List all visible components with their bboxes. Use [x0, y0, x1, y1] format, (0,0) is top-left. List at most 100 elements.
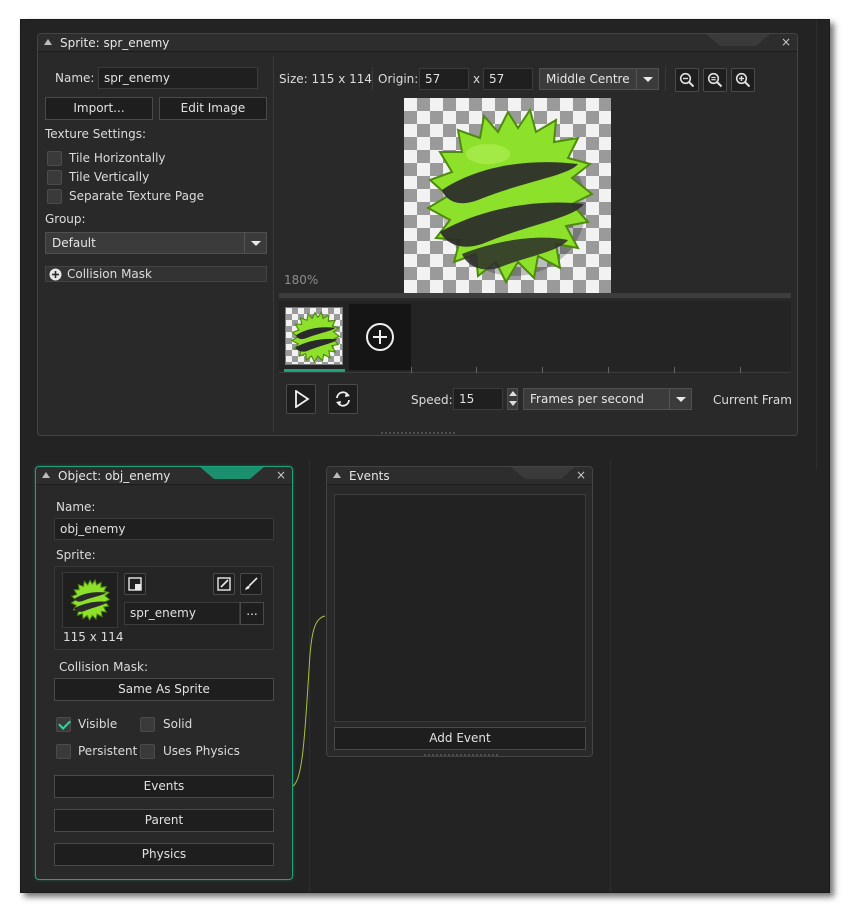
loop-button[interactable] — [328, 384, 358, 414]
events-window: Events × Add Event — [326, 466, 593, 757]
close-icon[interactable]: × — [576, 468, 586, 482]
persistent-label: Persistent — [78, 744, 138, 758]
titlebar-notch — [200, 467, 264, 479]
separate-texture-page-checkbox[interactable] — [47, 189, 62, 204]
new-sprite-button[interactable] — [124, 573, 146, 595]
spinner-down-icon[interactable] — [509, 401, 517, 406]
zoom-in-icon — [735, 72, 751, 88]
tile-horizontally-label: Tile Horizontally — [69, 151, 166, 165]
timeline-tick — [608, 367, 609, 373]
group-dropdown-value: Default — [52, 236, 96, 250]
spinner-up-icon[interactable] — [509, 391, 517, 396]
collision-mask-section[interactable]: Collision Mask — [45, 266, 267, 282]
speed-input[interactable]: 15 — [453, 388, 503, 410]
zoom-in-button[interactable] — [731, 68, 755, 92]
speed-unit-value: Frames per second — [530, 392, 644, 406]
name-label: Name: — [55, 71, 95, 85]
physics-button[interactable]: Physics — [54, 843, 274, 866]
zoom-reset-button[interactable] — [703, 68, 727, 92]
uses-physics-label: Uses Physics — [163, 744, 240, 758]
panel-divider — [273, 56, 274, 432]
events-window-titlebar[interactable]: Events × — [327, 467, 592, 485]
solid-label: Solid — [163, 717, 193, 731]
timeline-tick — [476, 367, 477, 373]
chevron-down-icon — [669, 389, 691, 409]
solid-checkbox[interactable] — [140, 717, 155, 732]
resize-grip[interactable] — [423, 753, 499, 757]
timeline-tick — [411, 367, 412, 373]
workspace-divider — [816, 20, 817, 470]
tile-vertically-label: Tile Vertically — [69, 170, 150, 184]
timeline-tick — [542, 367, 543, 373]
collapse-icon[interactable] — [333, 472, 341, 478]
object-window-title: Object: obj_enemy — [58, 469, 171, 483]
uses-physics-checkbox[interactable] — [140, 744, 155, 759]
tile-horizontally-checkbox[interactable] — [47, 151, 62, 166]
loop-icon — [336, 391, 350, 407]
edit-icon — [217, 577, 231, 591]
resize-grip[interactable] — [380, 431, 456, 435]
canvas-scrollbar[interactable] — [279, 293, 791, 298]
object-window-titlebar[interactable]: Object: obj_enemy × — [36, 467, 292, 485]
speed-unit-dropdown[interactable]: Frames per second — [523, 388, 692, 410]
texture-settings-label: Texture Settings: — [45, 127, 147, 141]
paint-sprite-button[interactable] — [240, 573, 262, 595]
current-frame-label: Current Frame — [713, 393, 791, 407]
zoom-reset-icon — [707, 72, 723, 88]
sprite-window-titlebar[interactable]: Sprite: spr_enemy × — [38, 34, 797, 52]
close-icon[interactable]: × — [276, 468, 286, 482]
sprite-window: Sprite: spr_enemy × Name: spr_enemy Impo… — [37, 33, 798, 436]
toolbar-separator — [372, 67, 373, 91]
speed-spinner[interactable] — [507, 388, 518, 410]
group-dropdown[interactable]: Default — [45, 232, 267, 254]
sprite-preview[interactable] — [62, 572, 118, 628]
edit-sprite-button[interactable] — [213, 573, 235, 595]
titlebar-notch — [706, 34, 770, 46]
timeline-tick — [740, 367, 741, 373]
sprite-canvas[interactable] — [404, 98, 611, 293]
sprite-window-title: Sprite: spr_enemy — [60, 36, 170, 50]
close-icon[interactable]: × — [781, 35, 791, 49]
add-frame-button[interactable] — [349, 304, 411, 370]
add-event-button[interactable]: Add Event — [334, 727, 586, 750]
tile-vertically-checkbox[interactable] — [47, 170, 62, 185]
sprite-name-input[interactable]: spr_enemy — [98, 67, 258, 89]
import-button[interactable]: Import... — [45, 97, 153, 120]
origin-y-input[interactable]: 57 — [483, 68, 533, 90]
collision-mask-button[interactable]: Same As Sprite — [54, 678, 274, 701]
edit-image-button[interactable]: Edit Image — [159, 97, 267, 120]
origin-preset-dropdown[interactable]: Middle Centre — [539, 68, 659, 90]
chevron-down-icon — [636, 69, 658, 89]
object-name-input[interactable]: obj_enemy — [54, 518, 274, 540]
play-button[interactable] — [286, 384, 316, 414]
sprite-size-text: Size: 115 x 114 — [279, 72, 373, 86]
chevron-down-icon — [244, 233, 266, 253]
events-button[interactable]: Events — [54, 775, 274, 798]
brush-icon — [245, 577, 258, 590]
new-sprite-icon — [128, 577, 142, 591]
parent-button[interactable]: Parent — [54, 809, 274, 832]
separate-texture-page-label: Separate Texture Page — [69, 189, 204, 203]
sprite-image — [425, 107, 594, 285]
group-label: Group: — [45, 212, 86, 226]
play-icon — [295, 390, 310, 408]
frame-sprite-image — [290, 311, 341, 363]
sprite-select-input[interactable]: spr_enemy — [124, 602, 240, 625]
timeline-tick — [674, 367, 675, 373]
speed-label: Speed: — [411, 393, 453, 407]
collapse-icon[interactable] — [42, 472, 50, 478]
toolbar-separator — [665, 67, 666, 91]
collapse-icon[interactable] — [44, 39, 52, 45]
origin-x-input[interactable]: 57 — [419, 68, 469, 90]
zoom-out-button[interactable] — [675, 68, 699, 92]
origin-label: Origin: — [378, 72, 419, 86]
browse-sprite-button[interactable]: ... — [240, 602, 264, 625]
zoom-out-icon — [679, 72, 695, 88]
events-list[interactable] — [334, 494, 586, 722]
visible-checkbox[interactable] — [56, 717, 71, 732]
frame-thumbnail[interactable] — [285, 307, 343, 365]
persistent-checkbox[interactable] — [56, 744, 71, 759]
origin-separator: x — [473, 72, 481, 86]
sprite-label: Sprite: — [56, 548, 96, 562]
name-label: Name: — [56, 500, 96, 514]
